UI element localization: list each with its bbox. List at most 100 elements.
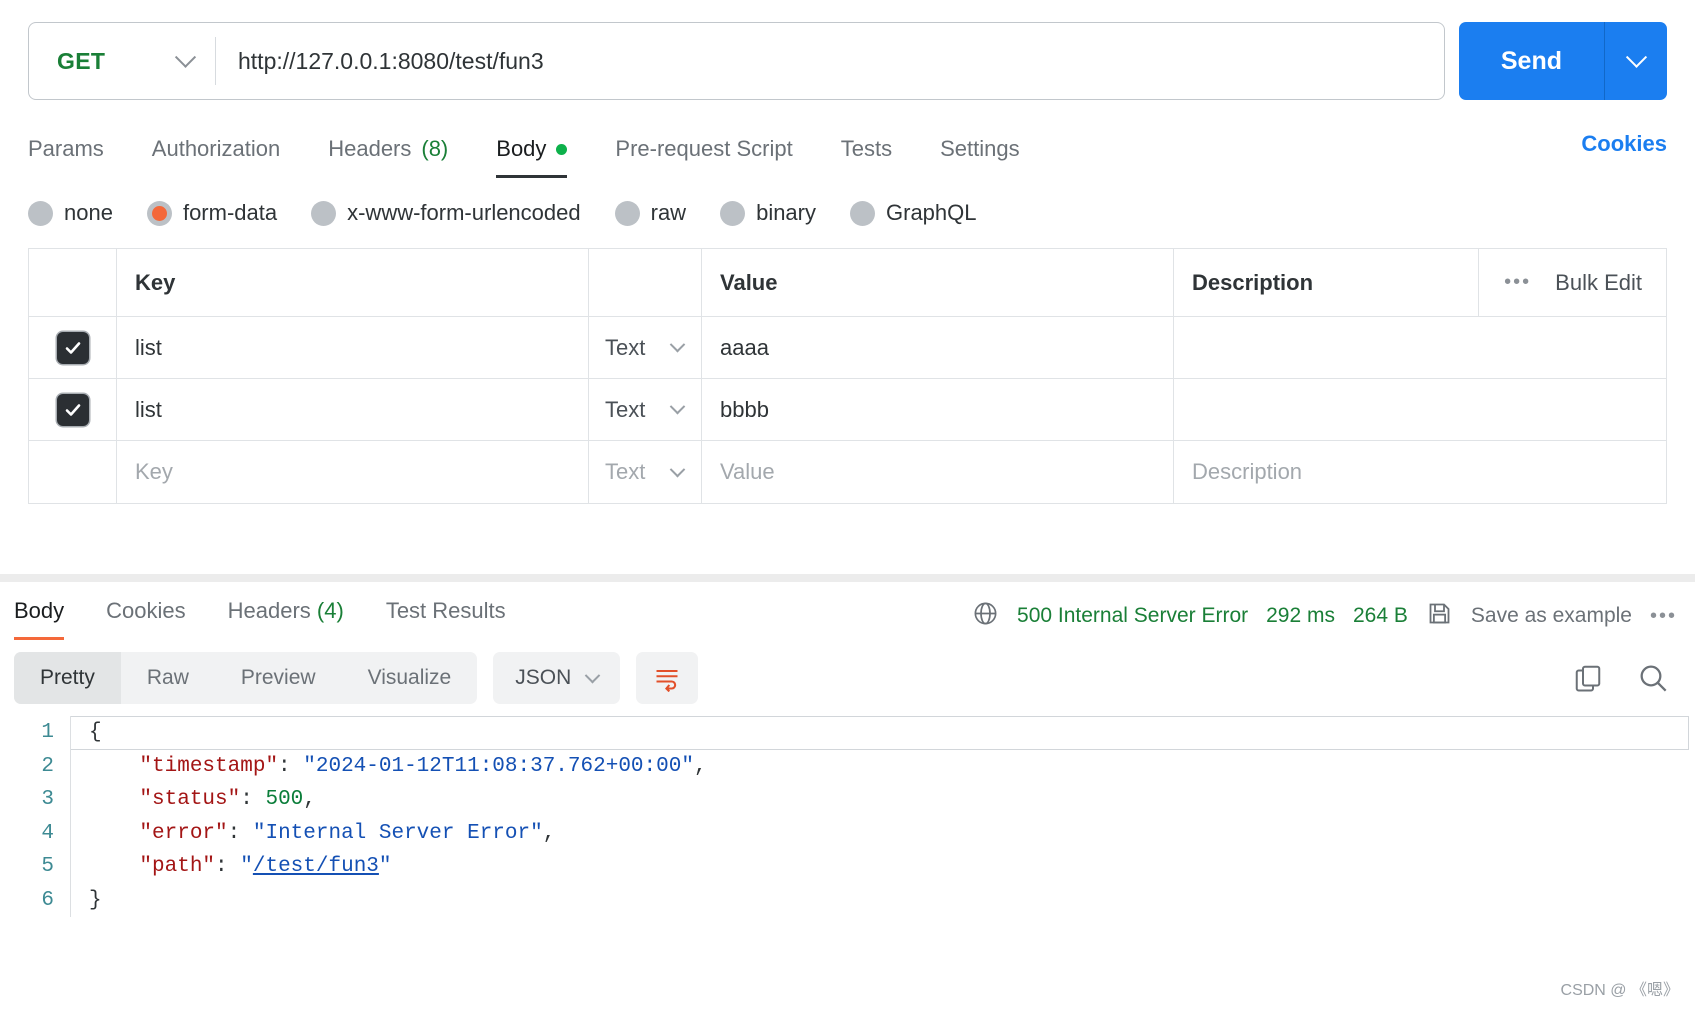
radio-icon <box>850 200 875 226</box>
row-key-input[interactable]: list <box>117 317 589 378</box>
row-description-input[interactable] <box>1174 317 1666 378</box>
body-type-binary[interactable]: binary <box>720 200 816 226</box>
radio-label: form-data <box>182 200 278 225</box>
new-row-key-input[interactable]: Key <box>117 441 589 503</box>
body-type-x-www-form-urlencoded[interactable]: x-www-form-urlencoded <box>311 200 581 226</box>
row-value-input[interactable]: aaaa <box>702 317 1174 378</box>
radio-icon <box>614 200 640 226</box>
wrap-lines-button[interactable] <box>636 652 699 704</box>
chevron-down-icon <box>174 46 197 68</box>
url-input[interactable] <box>216 23 1444 99</box>
url-bar: GET <box>28 22 1445 100</box>
row-type-label: Text <box>605 396 646 422</box>
bulk-edit-area: ••• Bulk Edit <box>1479 249 1666 316</box>
code-token: "2024-01-12T11:08:37.762+00:00" <box>303 754 694 778</box>
code-line: { <box>89 716 1695 750</box>
code-lines[interactable]: { "timestamp": "2024-01-12T11:08:37.762+… <box>70 716 1695 917</box>
body-type-form-data[interactable]: form-data <box>146 200 278 226</box>
wrap-text-icon <box>656 669 678 692</box>
tab-label: Headers <box>328 136 412 161</box>
response-tab-body[interactable]: Body <box>14 598 65 640</box>
code-token: { <box>89 721 102 744</box>
row-checkbox-cell <box>29 441 117 503</box>
body-type-graphql[interactable]: GraphQL <box>850 200 977 226</box>
new-row-value-input[interactable]: Value <box>702 441 1174 503</box>
code-token: } <box>89 888 102 912</box>
tab-label: Settings <box>940 136 1020 161</box>
response-tab-cookies[interactable]: Cookies <box>106 598 185 640</box>
body-type-none[interactable]: none <box>28 200 113 226</box>
code-token: , <box>542 821 556 845</box>
path-link[interactable]: /test/fun3 <box>253 855 379 878</box>
chevron-down-icon <box>669 398 686 415</box>
view-mode-pretty[interactable]: Pretty <box>14 652 121 704</box>
response-view-mode-group: Pretty Raw Preview Visualize <box>14 652 478 704</box>
response-tab-headers[interactable]: Headers (4) <box>228 598 344 640</box>
row-type-label: Text <box>605 334 646 360</box>
send-options-button[interactable] <box>1605 22 1667 100</box>
tab-tests[interactable]: Tests <box>841 126 892 178</box>
row-description-input[interactable] <box>1174 379 1666 440</box>
tab-label: Authorization <box>151 136 281 161</box>
radio-icon <box>720 200 746 226</box>
row-value-input[interactable]: bbbb <box>702 379 1174 440</box>
view-mode-preview[interactable]: Preview <box>215 652 342 704</box>
table-row: list Text aaaa <box>29 317 1666 379</box>
check-icon <box>65 403 80 416</box>
row-checkbox[interactable] <box>56 393 89 426</box>
row-key-input[interactable]: list <box>117 379 589 440</box>
tab-authorization[interactable]: Authorization <box>152 126 280 178</box>
line-number: 6 <box>41 888 54 912</box>
code-token: : <box>240 788 266 811</box>
more-options-icon[interactable]: ••• <box>1650 605 1677 628</box>
tab-label: Tests <box>840 136 893 161</box>
code-line: "path": "/test/fun3" <box>89 850 1695 884</box>
tab-headers[interactable]: Headers (8) <box>328 126 448 178</box>
row-checkbox-cell <box>29 379 117 440</box>
radio-label: binary <box>756 200 816 225</box>
tab-label: Body <box>14 598 65 623</box>
tab-pre-request-script[interactable]: Pre-request Script <box>615 126 792 178</box>
row-type-select[interactable]: Text <box>589 379 702 440</box>
view-mode-visualize[interactable]: Visualize <box>342 652 478 704</box>
line-number: 3 <box>41 788 54 811</box>
row-checkbox[interactable] <box>56 331 89 364</box>
http-method-select[interactable]: GET <box>29 23 215 99</box>
tab-count: (4) <box>316 598 344 623</box>
cookies-link[interactable]: Cookies <box>1581 131 1667 173</box>
code-line: "timestamp": "2024-01-12T11:08:37.762+00… <box>89 750 1695 784</box>
tab-params[interactable]: Params <box>28 126 104 178</box>
tab-body[interactable]: Body <box>496 126 568 178</box>
code-token: : <box>227 821 253 845</box>
table-header-row: Key Value Description ••• Bulk Edit <box>29 249 1666 317</box>
tab-count: (8) <box>421 136 449 161</box>
response-tab-test-results[interactable]: Test Results <box>386 598 506 640</box>
check-icon <box>65 341 80 354</box>
new-row-type-select[interactable]: Text <box>589 441 702 503</box>
watermark: CSDN @ 《嗯》 <box>1560 982 1679 999</box>
chevron-down-icon <box>669 461 686 477</box>
more-options-icon[interactable]: ••• <box>1504 271 1531 294</box>
row-checkbox-cell <box>29 317 117 378</box>
send-button[interactable]: Send <box>1458 22 1667 100</box>
code-token: 500 <box>265 788 304 811</box>
copy-icon[interactable] <box>1573 663 1603 693</box>
new-row-description-input[interactable]: Description <box>1174 441 1666 503</box>
header-type-cell <box>589 249 702 316</box>
body-type-raw[interactable]: raw <box>614 200 686 226</box>
bulk-edit-button[interactable]: Bulk Edit <box>1555 270 1642 296</box>
column-header-key: Key <box>117 249 589 316</box>
radio-selected-icon <box>146 200 172 226</box>
save-as-example-button[interactable]: Save as example <box>1471 604 1632 628</box>
response-format-select[interactable]: JSON <box>493 652 621 704</box>
row-type-select[interactable]: Text <box>589 317 702 378</box>
search-icon[interactable] <box>1637 662 1669 694</box>
column-header-value: Value <box>702 249 1174 316</box>
save-icon[interactable] <box>1426 600 1453 632</box>
view-mode-raw[interactable]: Raw <box>121 652 215 704</box>
tab-settings[interactable]: Settings <box>940 126 1020 178</box>
response-header: Body Cookies Headers (4) Test Results 50… <box>0 582 1695 644</box>
response-view-toolbar: Pretty Raw Preview Visualize JSON <box>0 644 1695 704</box>
